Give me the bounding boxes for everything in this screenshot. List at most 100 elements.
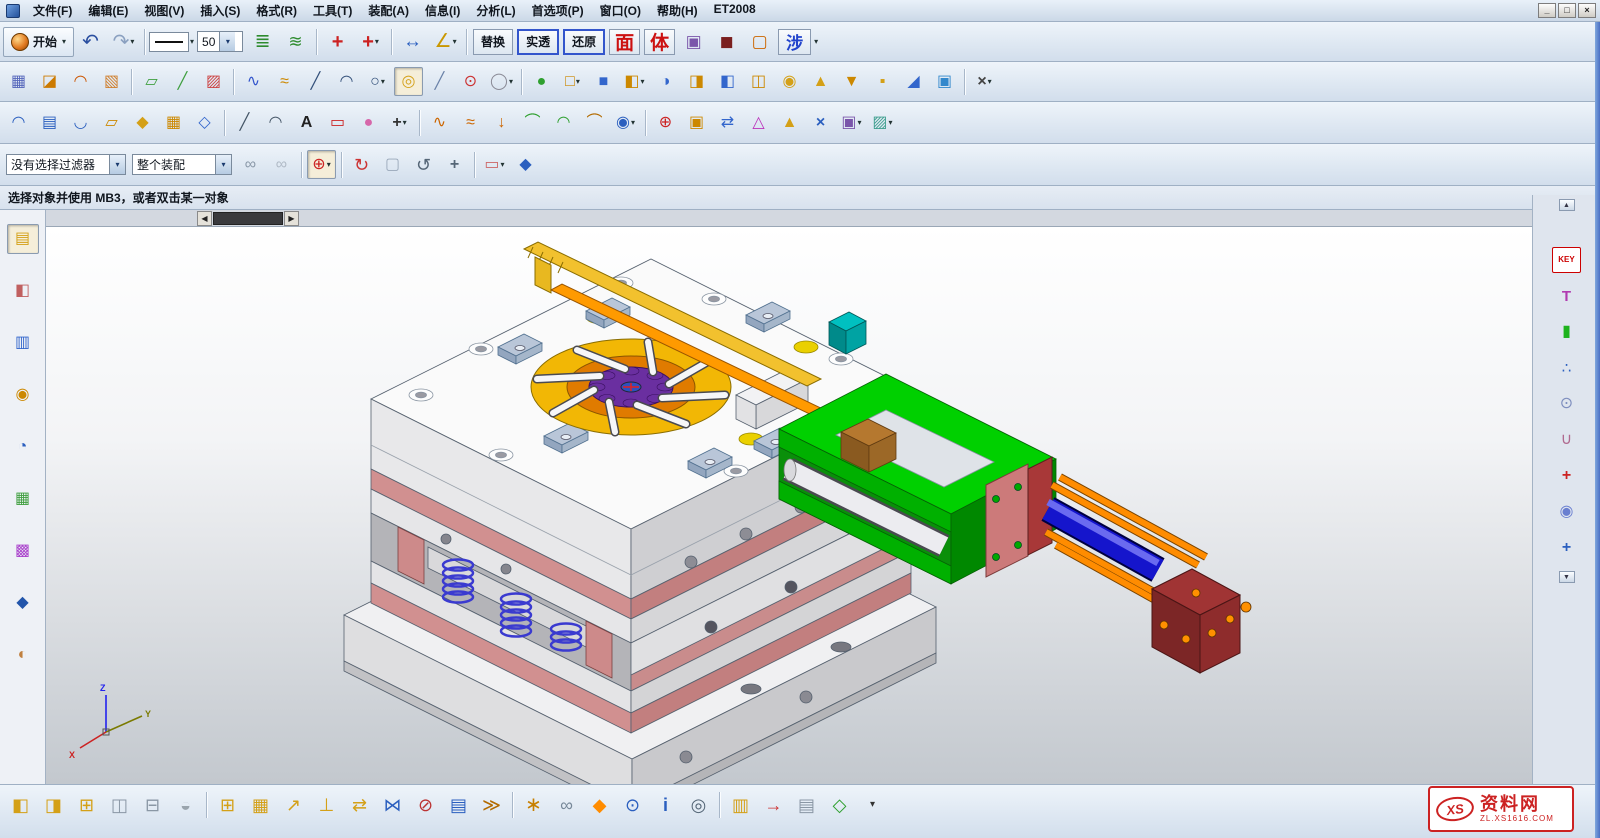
promote-body-icon[interactable]: ◫ <box>104 789 135 820</box>
sweep-along-guide-icon[interactable]: ◠ <box>66 67 95 96</box>
subtract-icon[interactable]: ◧ <box>713 67 742 96</box>
shell-icon[interactable]: ▣ <box>930 67 959 96</box>
viewport-canvas[interactable]: Z Y X <box>46 227 1532 784</box>
undo-icon[interactable]: ↶ <box>75 26 106 58</box>
facetted-body-icon[interactable]: ◒ <box>170 789 201 820</box>
graphics-window[interactable]: ◀ ▶ <box>46 210 1532 784</box>
boss-icon[interactable]: ▲ <box>806 67 835 96</box>
close-button[interactable]: × <box>1578 3 1596 18</box>
dropdown-arrow[interactable]: ▾ <box>858 118 862 127</box>
unite-icon[interactable]: ◨ <box>682 67 711 96</box>
sequence-icon[interactable]: ≫ <box>476 789 507 820</box>
selection-filter-dropdown[interactable]: 没有选择过滤器 ▾ <box>6 154 126 175</box>
palette-icon[interactable]: ▩ <box>7 536 39 566</box>
wire-cube-icon[interactable]: ▢ <box>744 26 775 58</box>
measure-distance-icon[interactable]: ↔ <box>397 26 428 58</box>
pocket-icon[interactable]: ▼ <box>837 67 866 96</box>
patch-body-icon[interactable]: ▨▾ <box>868 108 897 137</box>
extrude-icon[interactable]: ◧▾ <box>620 67 649 96</box>
blue-cross-icon[interactable]: + <box>1552 535 1581 561</box>
spline-icon[interactable]: ∿ <box>239 67 268 96</box>
assembly-navigator-icon[interactable]: ▤ <box>7 224 39 254</box>
wave-mode-icon[interactable]: ◆ <box>584 789 615 820</box>
pad-icon[interactable]: ▪ <box>868 67 897 96</box>
cylinder-icon[interactable]: ■ <box>589 67 618 96</box>
hole-icon[interactable]: ◉ <box>775 67 804 96</box>
scale-body-icon[interactable]: △ <box>744 108 773 137</box>
dropdown-arrow[interactable]: ▾ <box>327 160 331 169</box>
menu-item-1[interactable]: 编辑(E) <box>80 0 136 22</box>
variant-configuration-icon[interactable]: ▤ <box>791 789 822 820</box>
show-dof-icon[interactable]: → <box>758 789 789 820</box>
toolbar-options-arrow[interactable]: ▾ <box>857 789 888 820</box>
sphere-icon[interactable]: ● <box>527 67 556 96</box>
pattern-face-icon[interactable]: ▣ <box>682 108 711 137</box>
replace-component-icon[interactable]: ⇄ <box>344 789 375 820</box>
line-width-dropdown[interactable] <box>149 32 189 52</box>
line-icon[interactable]: ╱ <box>301 67 330 96</box>
iso-view-icon[interactable]: ◆ <box>511 150 540 179</box>
move-face-icon[interactable]: ⊕ <box>651 108 680 137</box>
layer-visible-icon[interactable]: ≋ <box>280 26 311 58</box>
dropdown-arrow[interactable]: ▾ <box>631 118 635 127</box>
mate-constraint-icon[interactable]: ×▾ <box>970 67 999 96</box>
rectangle-select-icon[interactable]: ▭▾ <box>480 150 509 179</box>
chevron-down-icon[interactable]: ▾ <box>215 155 231 174</box>
deform-body-icon[interactable]: ◪ <box>35 67 64 96</box>
studio-shape-icon[interactable]: ● <box>354 108 383 137</box>
scrollbar-thumb[interactable] <box>213 212 283 225</box>
menu-item-7[interactable]: 信息(I) <box>417 0 468 22</box>
offset-curve-icon[interactable]: ∿ <box>425 108 454 137</box>
dropdown-arrow[interactable]: ▾ <box>814 37 818 46</box>
dropdown-arrow[interactable]: ▾ <box>62 37 66 46</box>
trim-body-icon[interactable]: ◢ <box>899 67 928 96</box>
helix-icon[interactable]: ◯▾ <box>487 67 516 96</box>
dock-scroll-down-button[interactable]: ▼ <box>1559 571 1575 583</box>
dropdown-arrow[interactable]: ▾ <box>375 37 379 46</box>
translucent-button[interactable]: 实透 <box>517 29 559 55</box>
snap-point-icon[interactable]: ⊕▾ <box>307 150 336 179</box>
circle-icon[interactable]: ○▾ <box>363 67 392 96</box>
add-existing-component-icon[interactable]: ◧ <box>5 789 36 820</box>
explode-assembly-icon[interactable]: ∗ <box>518 789 549 820</box>
sheet-body-icon[interactable]: ▧ <box>97 67 126 96</box>
assembly-constraints-icon[interactable]: ⊥ <box>311 789 342 820</box>
body-button[interactable]: 体 <box>644 29 675 55</box>
roles-icon[interactable]: ◐ <box>7 640 39 670</box>
hydraulic-cylinder[interactable] <box>986 457 1251 673</box>
direct-sketch-icon[interactable]: ▦ <box>4 67 33 96</box>
datum-plane-icon[interactable]: ▱ <box>137 67 166 96</box>
dropdown-arrow[interactable]: ▾ <box>889 118 893 127</box>
arc-icon[interactable]: ◠ <box>332 67 361 96</box>
move-component-icon[interactable]: ↗ <box>278 789 309 820</box>
swept-surface-icon[interactable]: ◡ <box>66 108 95 137</box>
selection-scope-dropdown[interactable]: 整个装配 ▾ <box>132 154 232 175</box>
extract-curve-icon[interactable]: ⌒ <box>580 108 609 137</box>
measure-angle-icon[interactable]: ∠▾ <box>430 26 461 58</box>
curve-mesh-icon[interactable]: ▦ <box>159 108 188 137</box>
interpart-link-icon[interactable]: ∞ <box>236 150 265 179</box>
four-point-surface-icon[interactable]: ▱ <box>97 108 126 137</box>
spheres-icon[interactable]: ∴ <box>1552 355 1581 381</box>
mirror-feature-icon[interactable]: ⇄ <box>713 108 742 137</box>
section-curve-icon[interactable]: ◠ <box>549 108 578 137</box>
pattern-component-icon[interactable]: ▦ <box>245 789 276 820</box>
check-clearance-icon[interactable]: ⊙ <box>617 789 648 820</box>
offset-region-icon[interactable]: ▲ <box>775 108 804 137</box>
menu-item-10[interactable]: 窗口(O) <box>592 0 649 22</box>
reuse-library-icon[interactable]: ◉ <box>7 380 39 410</box>
menu-item-3[interactable]: 插入(S) <box>192 0 248 22</box>
ruled-surface-icon[interactable]: ▤ <box>35 108 64 137</box>
menu-item-5[interactable]: 工具(T) <box>305 0 360 22</box>
dropdown-arrow[interactable]: ▾ <box>576 77 580 86</box>
dropdown-arrow[interactable]: ▾ <box>130 37 134 46</box>
datum-axis-icon[interactable]: ╱ <box>168 67 197 96</box>
join-curve-icon[interactable]: ≈ <box>456 108 485 137</box>
ball-pattern-icon[interactable]: ◉ <box>1552 499 1581 525</box>
menu-item-11[interactable]: 帮助(H) <box>649 0 706 22</box>
wireframe-cube-icon[interactable]: ▢ <box>378 150 407 179</box>
component-info-icon[interactable]: i <box>650 789 681 820</box>
interpart-link-icon[interactable]: ∞ <box>551 789 582 820</box>
delete-face-icon[interactable]: × <box>806 108 835 137</box>
wade-button[interactable]: 涉 <box>778 29 811 55</box>
